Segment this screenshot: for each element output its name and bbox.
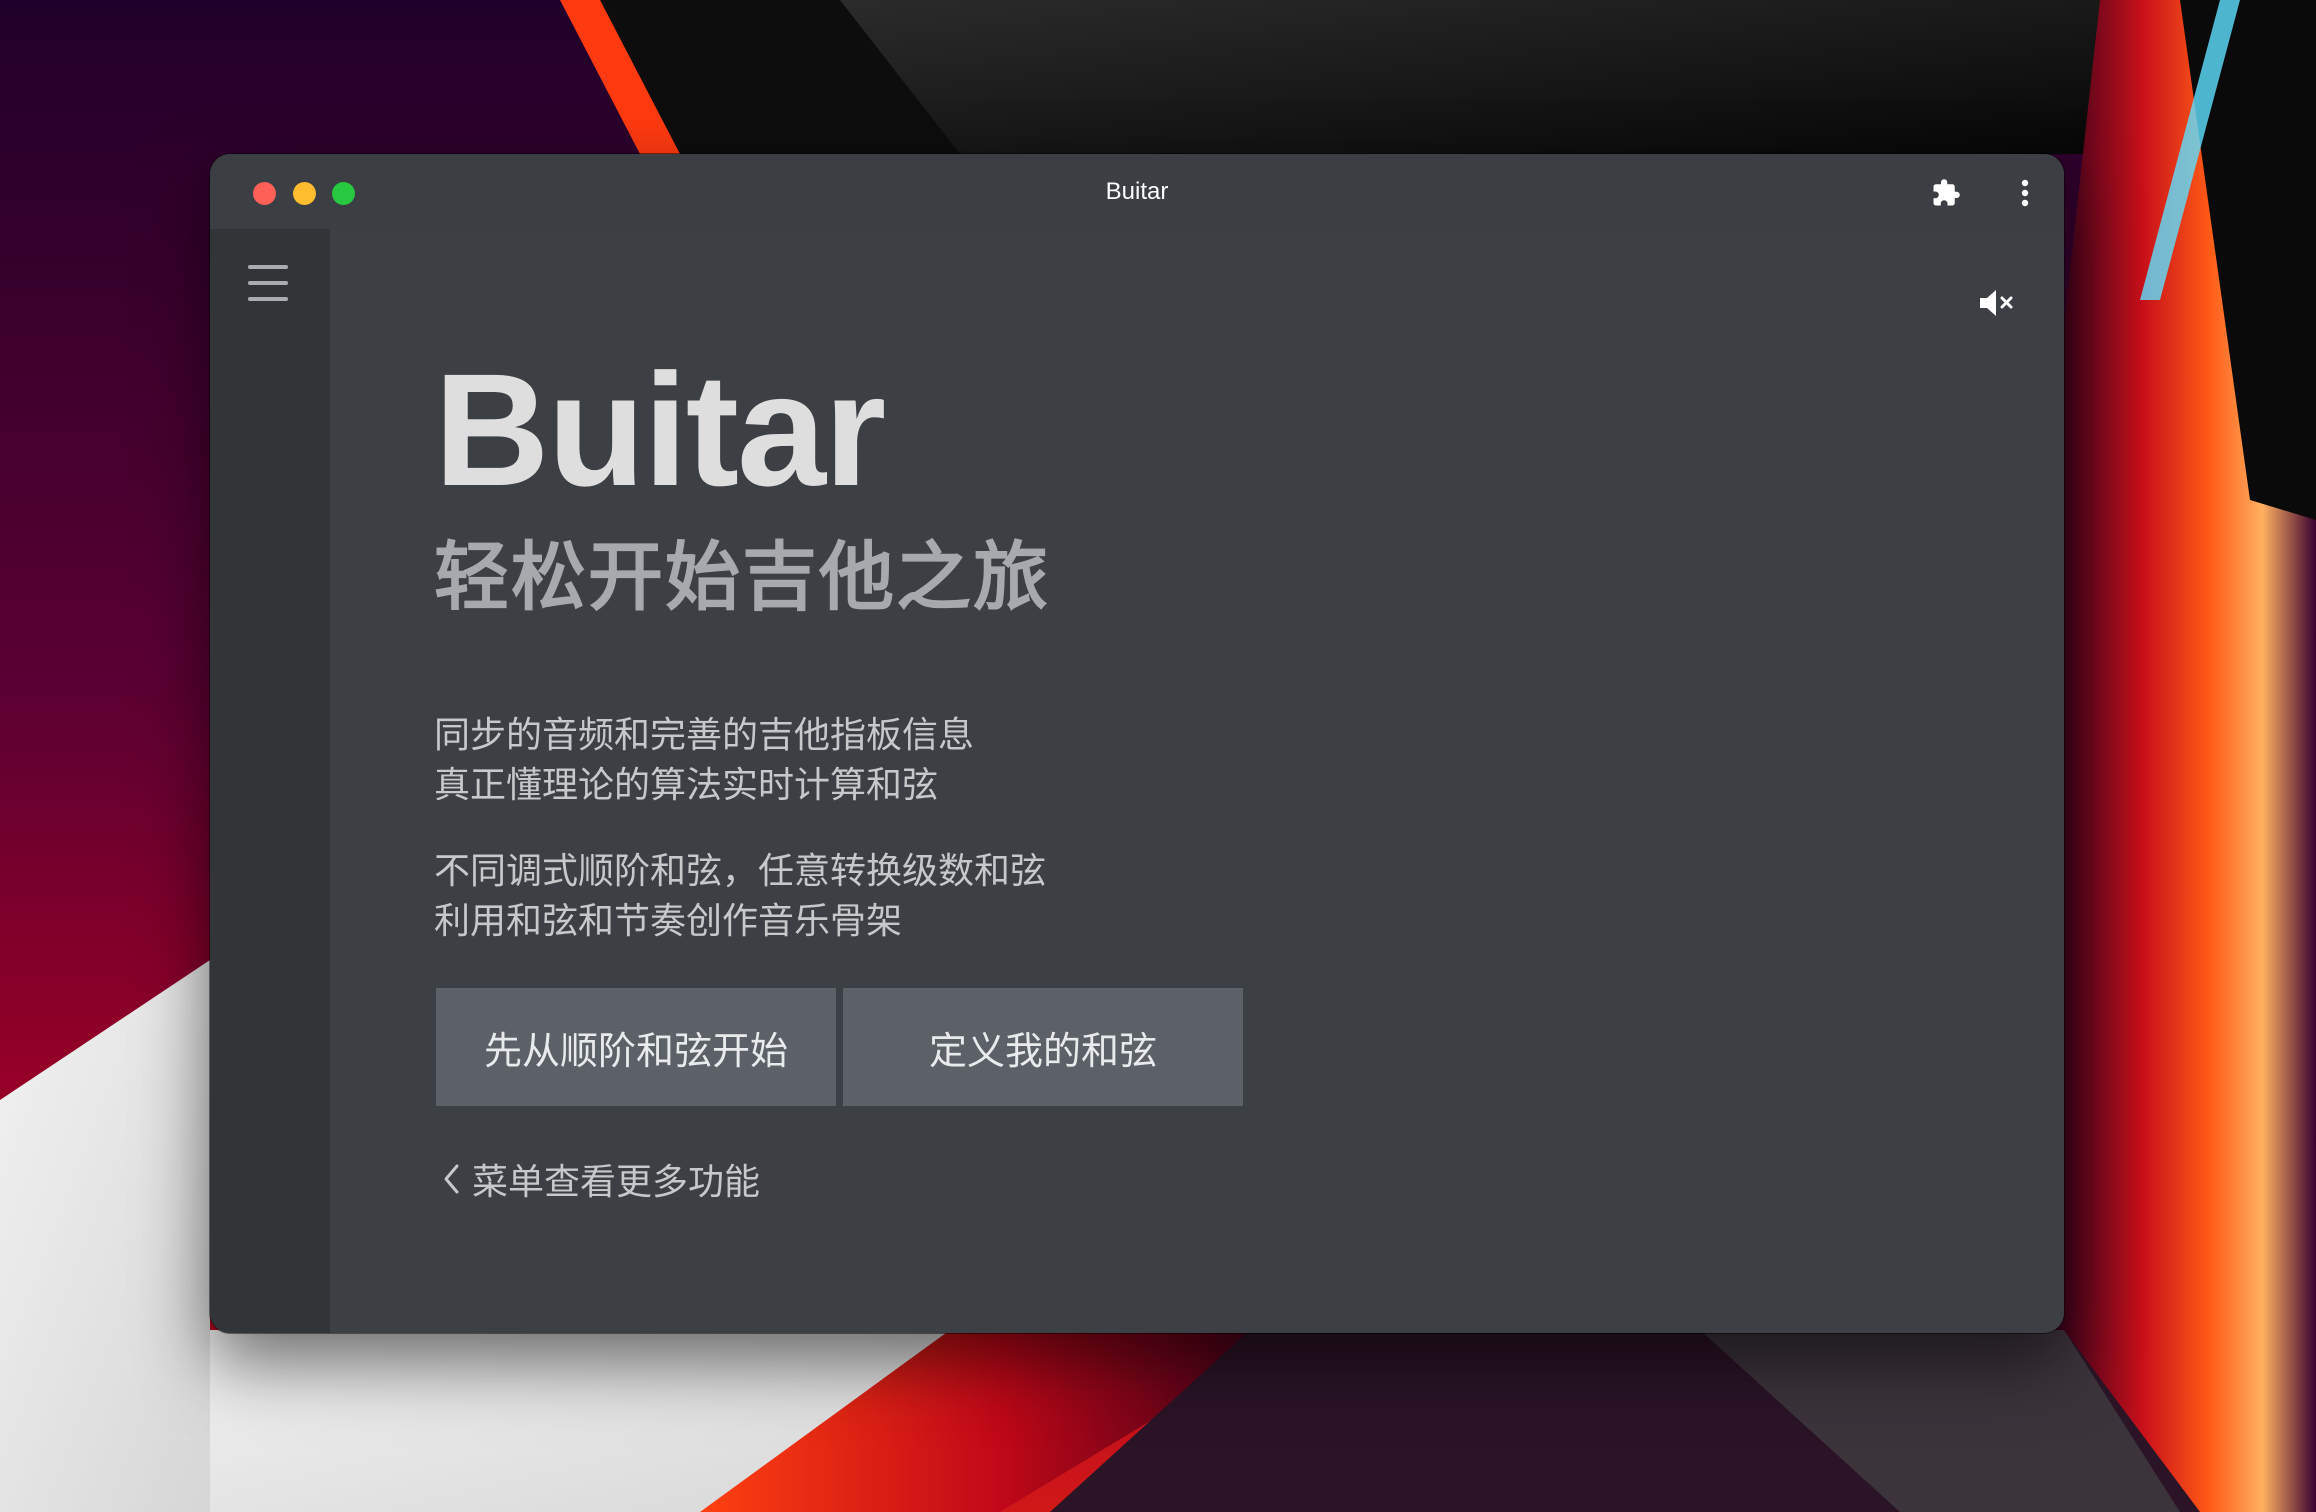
feature-group-1: 同步的音频和完善的吉他指板信息 真正懂理论的算法实时计算和弦 [434, 710, 974, 810]
mute-toggle-button[interactable] [1972, 278, 2022, 328]
sidebar [210, 229, 330, 1333]
title-bar: Buitar [210, 154, 2064, 229]
puzzle-piece-icon [1933, 179, 1960, 206]
feature-group-2: 不同调式顺阶和弦，任意转换级数和弦 利用和弦和节奏创作音乐骨架 [434, 846, 1046, 946]
hamburger-menu-icon[interactable] [246, 263, 290, 305]
menu-hint-label: 菜单查看更多功能 [472, 1161, 761, 1202]
feature-line: 真正懂理论的算法实时计算和弦 [434, 764, 939, 805]
vertical-ellipsis-icon [2021, 179, 2029, 207]
app-window: Buitar Buitar 轻松开始吉他之旅 同步的音频和完善的吉他指板信息 真… [210, 154, 2064, 1333]
chevron-left-icon [442, 1163, 460, 1195]
app-title: Buitar [434, 340, 886, 519]
extensions-button[interactable] [1925, 172, 1967, 214]
feature-line: 不同调式顺阶和弦，任意转换级数和弦 [434, 850, 1047, 891]
feature-line: 同步的音频和完善的吉他指板信息 [434, 714, 975, 755]
start-diatonic-chords-button[interactable]: 先从顺阶和弦开始 [436, 988, 836, 1106]
app-subtitle: 轻松开始吉他之旅 [434, 535, 1051, 619]
more-options-button[interactable] [2004, 172, 2046, 214]
desktop: Buitar Buitar 轻松开始吉他之旅 同步的音频和完善的吉他指板信息 真… [0, 0, 2316, 1512]
feature-line: 利用和弦和节奏创作音乐骨架 [434, 900, 903, 941]
menu-hint-link[interactable]: 菜单查看更多功能 [442, 1153, 760, 1205]
define-my-chords-button[interactable]: 定义我的和弦 [843, 988, 1243, 1106]
window-title: Buitar [1105, 178, 1169, 205]
speaker-muted-icon [1980, 290, 2013, 316]
